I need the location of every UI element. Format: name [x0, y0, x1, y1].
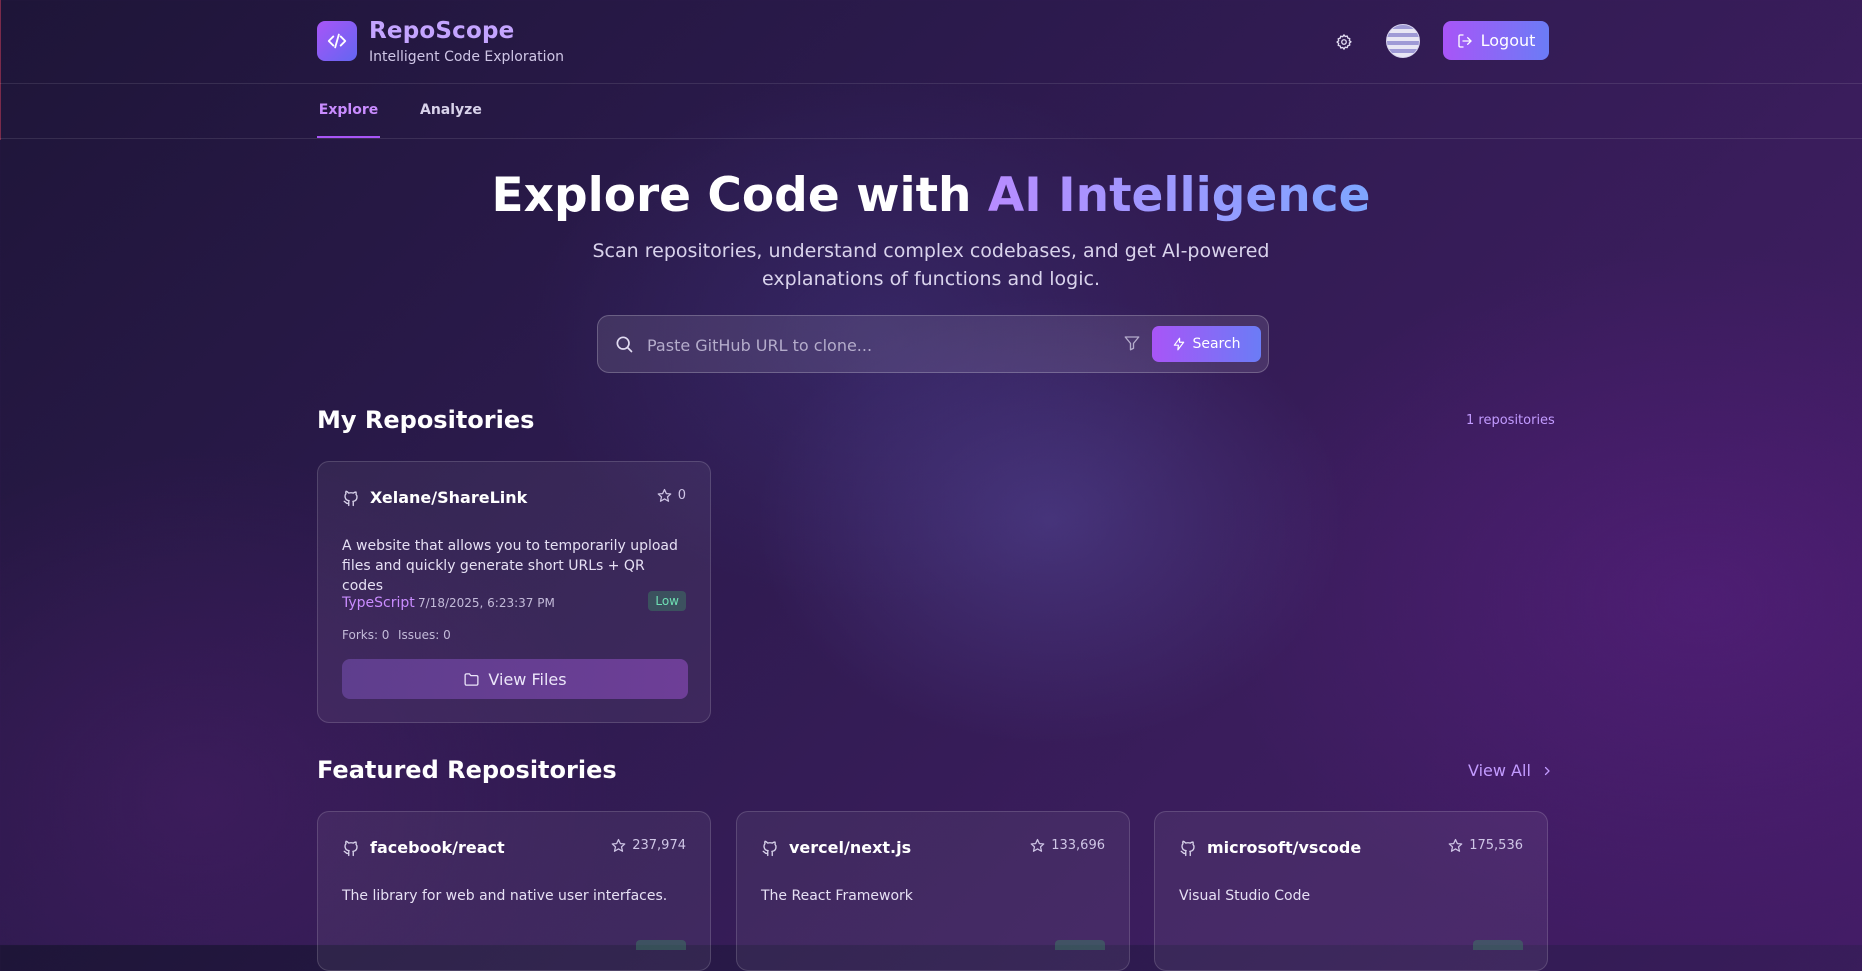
repo-stars-count: 175,536: [1469, 838, 1523, 853]
search-bar: Search: [597, 315, 1269, 373]
github-icon: [343, 840, 358, 857]
chevron-right-icon: [1544, 766, 1550, 775]
complexity-badge: Low: [648, 591, 686, 611]
view-all-label: View All: [1468, 761, 1531, 780]
app-title: RepoScope: [369, 18, 515, 44]
tab-analyze[interactable]: Analyze: [420, 83, 482, 138]
logout-button[interactable]: Logout: [1443, 21, 1549, 60]
repo-name[interactable]: facebook/react: [370, 838, 505, 857]
repo-description: The React Framework: [761, 888, 913, 904]
repo-name[interactable]: vercel/next.js: [789, 838, 911, 857]
nav-tabs: Explore Analyze: [0, 83, 1862, 139]
featured-repositories-title: Featured Repositories: [317, 756, 617, 784]
lightning-icon: [1174, 337, 1185, 351]
search-input[interactable]: [645, 330, 1089, 360]
app-subtitle: Intelligent Code Exploration: [369, 49, 565, 65]
repo-stars: 237,974: [611, 838, 686, 853]
hero-subtitle: Scan repositories, understand complex co…: [592, 240, 1270, 290]
repo-description: A website that allows you to temporarily…: [342, 538, 678, 594]
repo-name[interactable]: microsoft/vscode: [1207, 838, 1361, 857]
hero-title-prefix: Explore Code with: [491, 168, 988, 223]
star-icon: [1030, 838, 1045, 852]
featured-card-vscode[interactable]: microsoft/vscode 175,536 Visual Studio C…: [1154, 811, 1548, 971]
view-files-button[interactable]: View Files: [342, 659, 688, 699]
repo-stars-count: 237,974: [632, 838, 686, 853]
app-header: RepoScope Intelligent Code Exploration L…: [0, 0, 1862, 84]
repository-count: 1 repositories: [1466, 413, 1555, 428]
star-icon: [657, 488, 672, 502]
view-files-label: View Files: [488, 669, 567, 689]
github-icon: [1180, 840, 1195, 857]
repo-date: 7/18/2025, 6:23:37 PM: [418, 596, 555, 610]
search-button[interactable]: Search: [1152, 326, 1261, 362]
github-icon: [762, 840, 777, 857]
repo-language: TypeScript: [342, 595, 415, 611]
complexity-badge: [1473, 940, 1523, 950]
folder-icon: [464, 672, 479, 686]
repo-description: The library for web and native user inte…: [342, 888, 668, 904]
logo[interactable]: [317, 21, 357, 61]
repo-stars: 175,536: [1448, 838, 1523, 853]
repo-stars-count: 0: [677, 488, 686, 503]
star-icon: [611, 838, 626, 852]
tab-explore[interactable]: Explore: [317, 83, 380, 138]
settings-button[interactable]: [1330, 28, 1358, 56]
hero-title: Explore Code with AI Intelligence: [0, 168, 1862, 223]
star-icon: [1448, 838, 1463, 852]
gear-icon: [1336, 34, 1352, 50]
logout-icon: [1457, 33, 1472, 48]
featured-card-react[interactable]: facebook/react 237,974 The library for w…: [317, 811, 711, 971]
repo-name[interactable]: Xelane/ShareLink: [370, 488, 527, 507]
repo-issues: Issues: 0: [398, 628, 451, 642]
search-icon: [616, 336, 633, 353]
logout-label: Logout: [1480, 31, 1536, 50]
repo-card-sharelink[interactable]: Xelane/ShareLink 0 A website that allows…: [317, 461, 711, 723]
code-icon: [327, 33, 347, 49]
filter-icon[interactable]: [1123, 334, 1141, 352]
repo-stars: 0: [657, 488, 686, 503]
complexity-badge: [1055, 940, 1105, 950]
repo-description: Visual Studio Code: [1179, 888, 1311, 904]
github-icon: [343, 490, 358, 507]
hero-title-accent: AI Intelligence: [987, 168, 1371, 223]
repo-stars-count: 133,696: [1051, 838, 1105, 853]
my-repositories-title: My Repositories: [317, 406, 535, 434]
complexity-badge: [636, 940, 686, 950]
featured-card-nextjs[interactable]: vercel/next.js 133,696 The React Framewo…: [736, 811, 1130, 971]
search-button-label: Search: [1192, 336, 1241, 352]
avatar[interactable]: [1386, 24, 1420, 58]
view-all-link[interactable]: View All: [1468, 761, 1553, 780]
repo-stars: 133,696: [1030, 838, 1105, 853]
repo-forks: Forks: 0: [342, 628, 390, 642]
